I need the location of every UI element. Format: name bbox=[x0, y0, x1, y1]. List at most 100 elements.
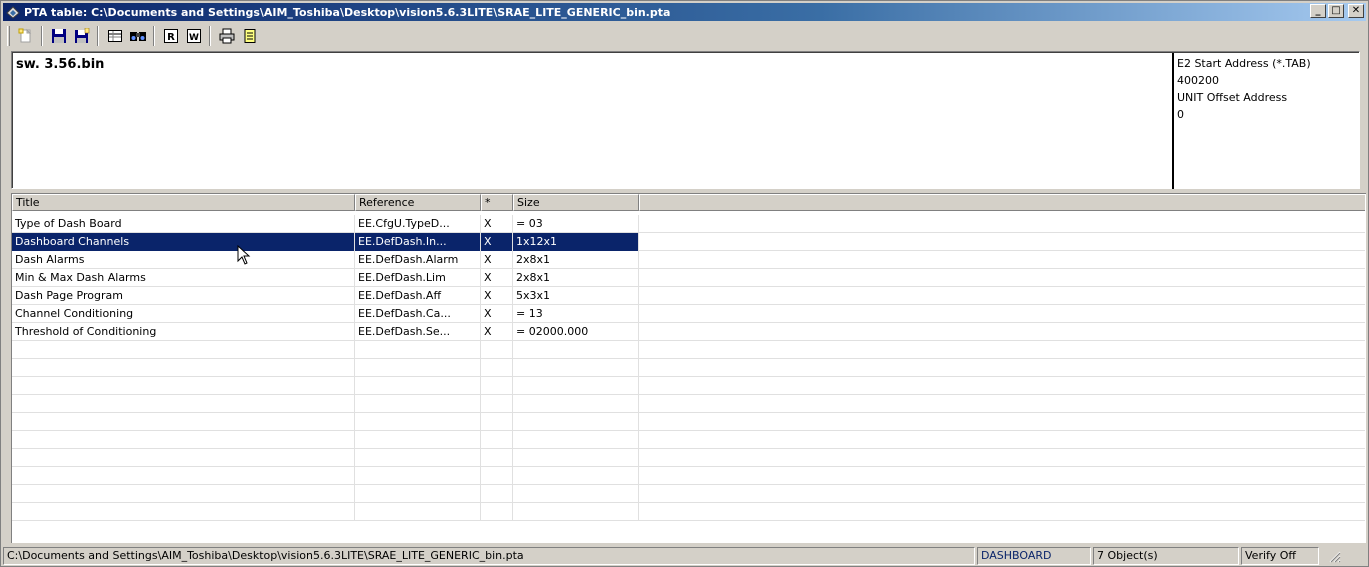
e2-start-address-value: 400200 bbox=[1177, 74, 1219, 87]
table-row[interactable]: Threshold of Conditioning EE.DefDash.Se..… bbox=[12, 323, 1365, 341]
cell-reference: EE.DefDash.Alarm bbox=[355, 251, 481, 269]
empty-cell bbox=[481, 413, 513, 431]
save-icon[interactable] bbox=[47, 25, 70, 47]
empty-table-row[interactable] bbox=[12, 485, 1365, 503]
cell-reference: EE.DefDash.Ca... bbox=[355, 305, 481, 323]
empty-cell bbox=[355, 467, 481, 485]
empty-cell bbox=[355, 377, 481, 395]
table-row[interactable]: Channel Conditioning EE.DefDash.Ca... X = 1… bbox=[12, 305, 1365, 323]
column-header-star[interactable]: * bbox=[481, 194, 513, 211]
minimize-button[interactable]: _ bbox=[1310, 4, 1326, 18]
status-verify: Verify Off bbox=[1241, 547, 1319, 565]
notes-icon[interactable] bbox=[238, 25, 261, 47]
empty-cell bbox=[639, 359, 1365, 377]
empty-cell bbox=[513, 377, 639, 395]
table-row[interactable]: Dash Page Program EE.DefDash.Aff X 5x3x1 bbox=[12, 287, 1365, 305]
grid-rows: Type of Dash Board EE.CfgU.TypeD... X = 03 D… bbox=[12, 215, 1365, 521]
print-icon[interactable] bbox=[215, 25, 238, 47]
cell-reference: EE.DefDash.Se... bbox=[355, 323, 481, 341]
toolbar-separator bbox=[153, 26, 155, 46]
empty-table-row[interactable] bbox=[12, 449, 1365, 467]
empty-cell bbox=[355, 359, 481, 377]
cell-star: X bbox=[481, 269, 513, 287]
cell-reference: EE.DefDash.In... bbox=[355, 233, 481, 251]
toolbar-separator bbox=[97, 26, 99, 46]
toolbar-grip[interactable] bbox=[7, 26, 10, 46]
unit-offset-address-label: UNIT Offset Address bbox=[1177, 91, 1288, 104]
empty-cell bbox=[639, 449, 1365, 467]
status-file-path: C:\Documents and Settings\AIM_Toshiba\De… bbox=[3, 547, 975, 565]
cell-star: X bbox=[481, 251, 513, 269]
empty-cell bbox=[513, 395, 639, 413]
empty-cell bbox=[12, 431, 355, 449]
table-row[interactable]: Dashboard Channels EE.DefDash.In... X 1x12x… bbox=[12, 233, 1365, 251]
empty-table-row[interactable] bbox=[12, 431, 1365, 449]
new-document-icon[interactable] bbox=[14, 25, 37, 47]
empty-table-row[interactable] bbox=[12, 503, 1365, 521]
title-bar[interactable]: PTA table: C:\Documents and Settings\AIM… bbox=[3, 3, 1366, 21]
file-name: sw. 3.56.bin bbox=[16, 57, 105, 72]
e2-start-address-label: E2 Start Address (*.TAB) bbox=[1177, 57, 1311, 70]
pta-table-grid[interactable]: Title Reference * Size Type of Dash Boar… bbox=[11, 193, 1366, 543]
cell-title: Type of Dash Board bbox=[12, 215, 355, 233]
cell-size: 5x3x1 bbox=[513, 287, 639, 305]
column-header-title[interactable]: Title bbox=[12, 194, 355, 211]
empty-table-row[interactable] bbox=[12, 377, 1365, 395]
column-header-size[interactable]: Size bbox=[513, 194, 639, 211]
cell-filler bbox=[639, 323, 1365, 341]
empty-cell bbox=[12, 359, 355, 377]
empty-table-row[interactable] bbox=[12, 341, 1365, 359]
empty-cell bbox=[481, 359, 513, 377]
empty-cell bbox=[513, 341, 639, 359]
read-icon[interactable]: R bbox=[159, 25, 182, 47]
empty-cell bbox=[481, 377, 513, 395]
empty-cell bbox=[481, 467, 513, 485]
unit-offset-address-value: 0 bbox=[1177, 108, 1184, 121]
maximize-button[interactable]: □ bbox=[1328, 4, 1344, 18]
empty-table-row[interactable] bbox=[12, 395, 1365, 413]
cell-title: Dash Page Program bbox=[12, 287, 355, 305]
empty-cell bbox=[12, 341, 355, 359]
empty-cell bbox=[513, 449, 639, 467]
empty-cell bbox=[639, 485, 1365, 503]
write-icon[interactable]: W bbox=[182, 25, 205, 47]
empty-cell bbox=[12, 377, 355, 395]
empty-cell bbox=[355, 449, 481, 467]
cell-star: X bbox=[481, 233, 513, 251]
empty-cell bbox=[639, 377, 1365, 395]
empty-table-row[interactable] bbox=[12, 413, 1365, 431]
cell-reference: EE.DefDash.Aff bbox=[355, 287, 481, 305]
find-icon[interactable] bbox=[126, 25, 149, 47]
empty-cell bbox=[12, 485, 355, 503]
empty-cell bbox=[639, 395, 1365, 413]
cell-star: X bbox=[481, 323, 513, 341]
empty-cell bbox=[355, 431, 481, 449]
resize-grip-icon[interactable] bbox=[1327, 549, 1341, 563]
toolbar-separator bbox=[209, 26, 211, 46]
empty-table-row[interactable] bbox=[12, 359, 1365, 377]
close-button[interactable]: ✕ bbox=[1348, 4, 1364, 18]
cell-title: Min & Max Dash Alarms bbox=[12, 269, 355, 287]
cell-size: 2x8x1 bbox=[513, 251, 639, 269]
status-object-count: 7 Object(s) bbox=[1093, 547, 1239, 565]
table-row[interactable]: Dash Alarms EE.DefDash.Alarm X 2x8x1 bbox=[12, 251, 1365, 269]
address-info: E2 Start Address (*.TAB) 400200 UNIT Off… bbox=[1172, 53, 1360, 189]
empty-cell bbox=[481, 395, 513, 413]
cell-title: Dashboard Channels bbox=[12, 233, 355, 251]
empty-cell bbox=[355, 341, 481, 359]
empty-cell bbox=[513, 503, 639, 521]
empty-table-row[interactable] bbox=[12, 467, 1365, 485]
table-row[interactable]: Type of Dash Board EE.CfgU.TypeD... X = 03 bbox=[12, 215, 1365, 233]
column-header-reference[interactable]: Reference bbox=[355, 194, 481, 211]
file-name-area[interactable]: sw. 3.56.bin bbox=[13, 53, 1171, 189]
cell-title: Threshold of Conditioning bbox=[12, 323, 355, 341]
empty-cell bbox=[513, 485, 639, 503]
svg-text:W: W bbox=[189, 33, 199, 43]
empty-cell bbox=[481, 431, 513, 449]
save-as-icon[interactable] bbox=[70, 25, 93, 47]
cell-filler bbox=[639, 215, 1365, 233]
table-view-icon[interactable] bbox=[103, 25, 126, 47]
empty-cell bbox=[639, 431, 1365, 449]
table-row[interactable]: Min & Max Dash Alarms EE.DefDash.Lim X 2x8x… bbox=[12, 269, 1365, 287]
empty-cell bbox=[639, 467, 1365, 485]
